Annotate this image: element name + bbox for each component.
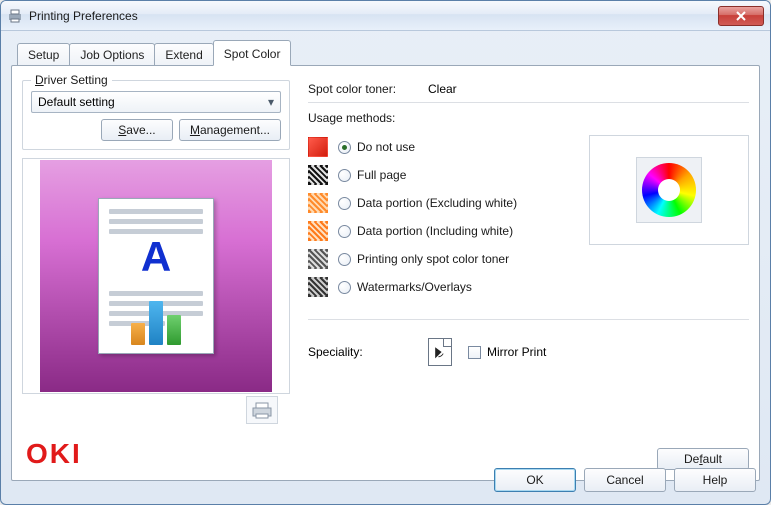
- swatch-icon: [308, 137, 328, 157]
- mirror-doc-icon: [428, 338, 452, 366]
- tab-label: Job Options: [80, 48, 144, 62]
- usage-label: Watermarks/Overlays: [357, 280, 472, 294]
- chevron-down-icon: ▾: [268, 95, 274, 109]
- preview-canvas: A: [40, 160, 272, 392]
- spot-toner-label: Spot color toner:: [308, 82, 428, 96]
- driver-setting-legend: Driver Setting: [31, 73, 112, 87]
- tab-label: Spot Color: [224, 47, 281, 61]
- swatch-icon: [308, 249, 328, 269]
- preview-letter: A: [99, 233, 213, 281]
- left-column: Driver Setting Default setting ▾ Save...…: [22, 76, 290, 470]
- usage-option-do-not-use[interactable]: Do not use: [308, 133, 579, 161]
- tab-label: Setup: [28, 48, 59, 62]
- brand-logo: OKI: [22, 438, 290, 470]
- button-label: Cancel: [606, 473, 643, 487]
- usage-label: Full page: [357, 168, 406, 182]
- window: Printing Preferences Setup Job Options E…: [0, 0, 771, 505]
- color-wheel-icon: [642, 163, 696, 217]
- button-label: Help: [703, 473, 728, 487]
- radio[interactable]: [338, 197, 351, 210]
- management-button[interactable]: Management...: [179, 119, 281, 141]
- dropdown-value: Default setting: [38, 95, 115, 109]
- radio[interactable]: [338, 141, 351, 154]
- preview-frame: A: [22, 158, 290, 394]
- radio[interactable]: [338, 253, 351, 266]
- tab-job-options[interactable]: Job Options: [69, 43, 155, 66]
- tab-extend[interactable]: Extend: [154, 43, 213, 66]
- preview-bars-icon: [131, 297, 181, 345]
- swatch-icon: [308, 277, 328, 297]
- speciality-label: Speciality:: [308, 345, 428, 359]
- button-label: OK: [526, 473, 543, 487]
- color-wheel-box: [636, 157, 702, 223]
- radio[interactable]: [338, 281, 351, 294]
- usage-option-data-excl-white[interactable]: Data portion (Excluding white): [308, 189, 579, 217]
- mirror-print-label: Mirror Print: [487, 345, 546, 359]
- usage-label: Printing only spot color toner: [357, 252, 509, 266]
- cancel-button[interactable]: Cancel: [584, 468, 666, 492]
- usage-option-data-incl-white[interactable]: Data portion (Including white): [308, 217, 579, 245]
- client-area: Setup Job Options Extend Spot Color Driv…: [1, 31, 770, 504]
- window-title: Printing Preferences: [29, 9, 718, 23]
- usage-option-full-page[interactable]: Full page: [308, 161, 579, 189]
- titlebar: Printing Preferences: [1, 1, 770, 31]
- tab-label: Extend: [165, 48, 202, 62]
- usage-methods-list: Do not use Full page Data portion (Exclu: [308, 133, 579, 301]
- printer-icon: [250, 400, 274, 420]
- ok-button[interactable]: OK: [494, 468, 576, 492]
- right-column: Spot color toner: Clear Usage methods: D…: [290, 76, 749, 470]
- spot-toner-value: Clear: [428, 82, 457, 96]
- save-button[interactable]: Save...: [101, 119, 173, 141]
- tab-spot-color[interactable]: Spot Color: [213, 40, 292, 66]
- close-button[interactable]: [718, 6, 764, 26]
- usage-label: Data portion (Excluding white): [357, 196, 517, 210]
- usage-option-watermarks[interactable]: Watermarks/Overlays: [308, 273, 579, 301]
- driver-setting-group: Driver Setting Default setting ▾ Save...…: [22, 80, 290, 150]
- tabpage-spot-color: Driver Setting Default setting ▾ Save...…: [11, 65, 760, 481]
- radio[interactable]: [338, 169, 351, 182]
- usage-label: Data portion (Including white): [357, 224, 513, 238]
- help-button[interactable]: Help: [674, 468, 756, 492]
- usage-label: Do not use: [357, 140, 415, 154]
- dialog-buttons: OK Cancel Help: [494, 468, 756, 492]
- tab-setup[interactable]: Setup: [17, 43, 70, 66]
- radio[interactable]: [338, 225, 351, 238]
- tabstrip: Setup Job Options Extend Spot Color: [17, 39, 760, 65]
- printer-icon: [7, 8, 23, 24]
- swatch-icon: [308, 193, 328, 213]
- speciality-row: Speciality: Mirror Print: [308, 338, 749, 366]
- driver-setting-dropdown[interactable]: Default setting ▾: [31, 91, 281, 113]
- mirror-print-checkbox[interactable]: [468, 346, 481, 359]
- usage-methods-label: Usage methods:: [308, 111, 749, 125]
- color-wheel-frame: [589, 135, 749, 245]
- swatch-icon: [308, 221, 328, 241]
- close-icon: [736, 11, 746, 21]
- preview-page: A: [98, 198, 214, 354]
- printer-thumbnail: [246, 396, 278, 424]
- swatch-icon: [308, 165, 328, 185]
- default-button[interactable]: Default: [657, 448, 749, 470]
- usage-option-only-spot[interactable]: Printing only spot color toner: [308, 245, 579, 273]
